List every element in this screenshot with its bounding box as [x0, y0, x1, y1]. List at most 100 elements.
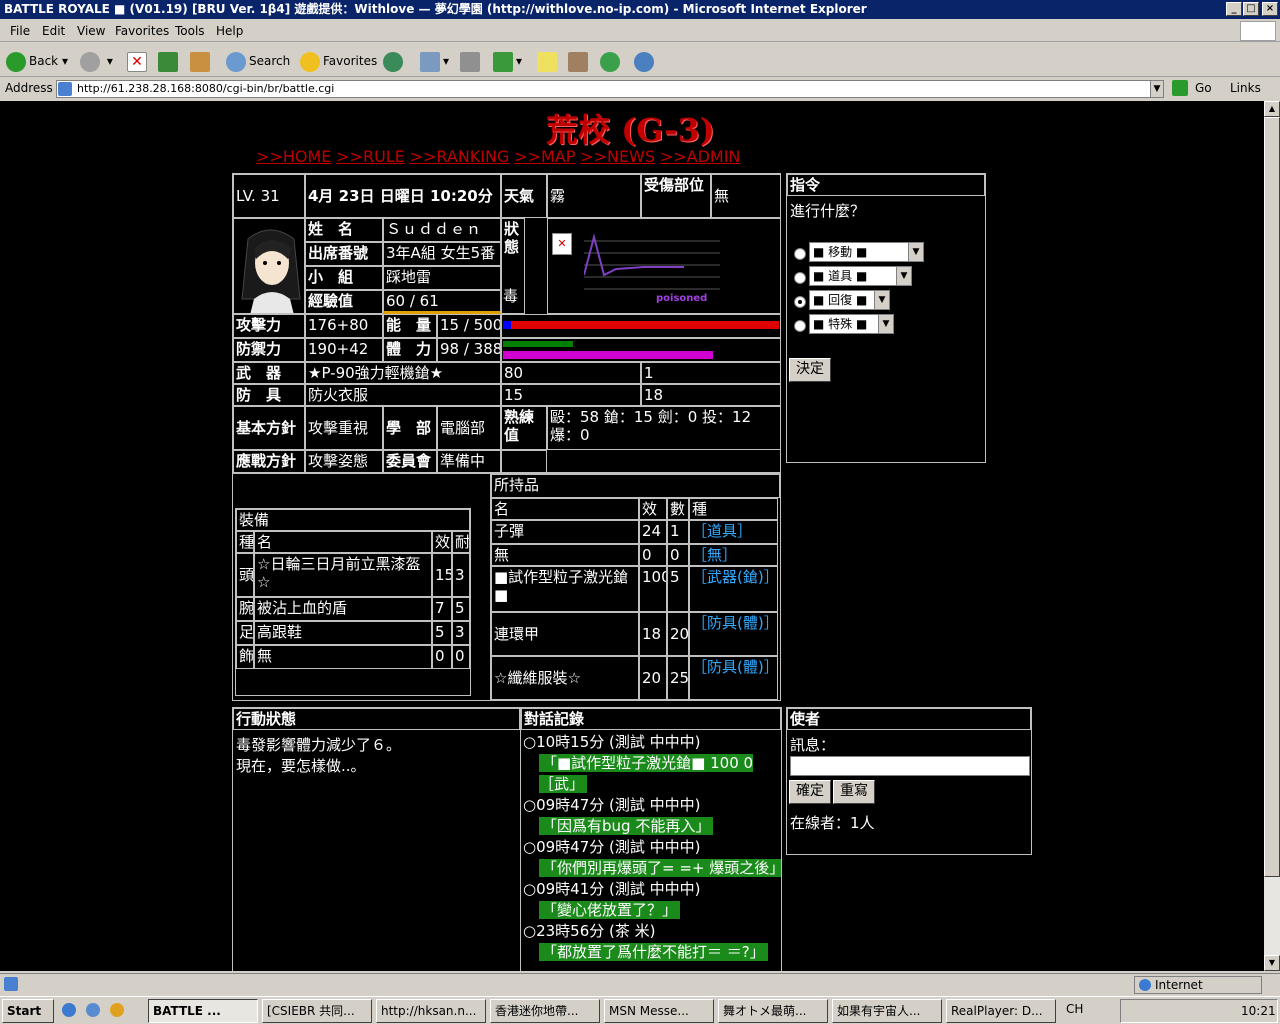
scroll-thumb[interactable] [1264, 117, 1280, 877]
move-select[interactable]: ■ 移動 ■ ▼ [809, 242, 924, 262]
mail-button[interactable]: ▾ [420, 49, 449, 73]
item-type-link[interactable]: ［武器(鎗)］ [689, 566, 778, 612]
icq-button[interactable] [600, 49, 623, 73]
hp-meter [501, 338, 781, 362]
go-button[interactable]: Go [1195, 81, 1212, 95]
combat-label: 應戰方針 [233, 450, 305, 473]
chat-entry-message: 「都放置了爲什麼不能打＝ ＝?」 [539, 943, 768, 961]
close-button[interactable]: × [1262, 2, 1278, 16]
messenger-button[interactable] [634, 49, 657, 73]
special-select[interactable]: ■ 特殊 ■ ▼ [809, 314, 894, 334]
command-prompt: 進行什麼？ [790, 202, 866, 220]
menu-view[interactable]: View [77, 24, 105, 38]
nav-home[interactable]: >>HOME [256, 147, 331, 166]
search-label: Search [249, 54, 291, 68]
items-header-count: 數 [667, 498, 689, 520]
policy-value: 攻擊重視 [305, 406, 383, 450]
task-realplayer[interactable]: RealPlayer: D... [946, 999, 1056, 1023]
submit-command-button[interactable]: 決定 [789, 358, 831, 382]
message-label: 訊息： [790, 736, 836, 754]
send-message-button[interactable]: 確定 [789, 780, 831, 804]
forward-button[interactable]: ▾ [80, 49, 113, 73]
items-title: 所持品 [491, 474, 780, 498]
links-button[interactable]: Links [1230, 81, 1261, 95]
status-value: 毒 [503, 287, 519, 305]
menu-file[interactable]: File [10, 24, 30, 38]
message-input[interactable] [790, 756, 1030, 776]
go-arrow-icon[interactable] [1172, 80, 1188, 96]
item-type-link[interactable]: ［防具(體)］ [689, 656, 778, 700]
item-count: 20 [667, 612, 689, 656]
recover-select[interactable]: ■ 回復 ■ ▼ [809, 290, 890, 310]
radio-move[interactable] [794, 248, 806, 260]
nav-rule[interactable]: >>RULE [336, 147, 405, 166]
radio-recover[interactable] [794, 296, 806, 308]
outlook-quicklaunch-icon[interactable] [86, 1003, 100, 1017]
research-button[interactable] [568, 49, 591, 73]
radio-special[interactable] [794, 320, 806, 332]
task-msn[interactable]: MSN Messe... [604, 999, 714, 1023]
radio-item[interactable] [794, 272, 806, 284]
stop-button[interactable]: ✕ [127, 49, 150, 73]
reset-message-button[interactable]: 重寫 [833, 780, 875, 804]
menu-help[interactable]: Help [216, 24, 243, 38]
star-icon [300, 51, 320, 72]
home-icon [190, 51, 210, 72]
status-table: LV. 31 4月 23日 日曜日 10:20分 天氣 霧 受傷部位 無 姓 名… [232, 173, 781, 473]
discuss-button[interactable] [537, 49, 560, 73]
nav-ranking[interactable]: >>RANKING [410, 147, 510, 166]
refresh-button[interactable] [158, 49, 181, 73]
task-otome[interactable]: 舞オトメ最萌... [718, 999, 828, 1023]
committee-label: 委員會 [383, 450, 437, 473]
combat-value: 攻擊姿態 [305, 450, 383, 473]
history-button[interactable] [383, 49, 406, 73]
command-title: 指令 [787, 174, 985, 196]
task-csiebr[interactable]: [CSIEBR 共同... [262, 999, 372, 1023]
armor-effect: 15 [501, 384, 641, 406]
language-indicator[interactable]: CH [1066, 1002, 1083, 1016]
equip-name: 被沾上血的盾 [254, 597, 432, 621]
menu-edit[interactable]: Edit [42, 24, 65, 38]
task-hksan[interactable]: http://hksan.n... [376, 999, 486, 1023]
menu-tools[interactable]: Tools [175, 24, 205, 38]
edit-button[interactable]: ▾ [493, 49, 522, 73]
page-content: 荒校 (G-3) >>HOME >>RULE >>RANKING >>MAP >… [0, 101, 1264, 971]
vertical-scrollbar[interactable]: ▲ ▼ [1264, 101, 1280, 971]
menu-favorites[interactable]: Favorites [115, 24, 169, 38]
item-count: 0 [667, 544, 689, 566]
item-type-link[interactable]: ［無］ [689, 544, 778, 566]
media-quicklaunch-icon[interactable] [110, 1003, 124, 1017]
maximize-button[interactable]: □ [1243, 2, 1259, 16]
nav-news[interactable]: >>NEWS [580, 147, 655, 166]
def-value: 190+42 [305, 338, 383, 362]
nav-map[interactable]: >>MAP [514, 147, 575, 166]
task-alien[interactable]: 如果有宇宙人... [832, 999, 942, 1023]
scroll-down-icon[interactable]: ▼ [1264, 955, 1280, 971]
start-button[interactable]: Start [2, 999, 54, 1023]
nav-admin[interactable]: >>ADMIN [660, 147, 741, 166]
favorites-button[interactable]: Favorites [300, 49, 377, 73]
search-button[interactable]: Search [226, 49, 290, 73]
item-type-link[interactable]: ［防具(體)］ [689, 612, 778, 656]
equip-durability: 3 [452, 621, 470, 645]
exp-label: 經驗值 [305, 290, 383, 314]
chat-log: 對話記錄 ○10時15分 (測試 中中中) 「■試作型粒子激光鎗■ 100 0 … [520, 707, 782, 971]
item-select[interactable]: ■ 道具 ■ ▼ [809, 266, 912, 286]
item-count: 1 [667, 520, 689, 544]
minimize-button[interactable]: _ [1226, 2, 1242, 16]
messenger-title: 使者 [787, 708, 1031, 730]
scroll-up-icon[interactable]: ▲ [1264, 101, 1280, 117]
chevron-down-icon: ▼ [908, 243, 923, 261]
print-button[interactable] [460, 49, 483, 73]
ie-quicklaunch-icon[interactable] [62, 1003, 76, 1017]
address-dropdown-icon[interactable]: ▼ [1150, 80, 1164, 98]
home-button[interactable] [190, 49, 213, 73]
mail-icon [420, 51, 440, 72]
task-battle[interactable]: BATTLE ... [148, 999, 258, 1023]
item-type-link[interactable]: ［道具］ [689, 520, 778, 544]
task-mini[interactable]: 香港迷你地帶... [490, 999, 600, 1023]
address-input[interactable]: http://61.238.28.168:8080/cgi-bin/br/bat… [56, 80, 1164, 98]
status-image: ✕ poisoned [547, 218, 781, 314]
energy-value: 15 / 500 [437, 314, 501, 338]
back-button[interactable]: Back ▾ [6, 49, 68, 73]
